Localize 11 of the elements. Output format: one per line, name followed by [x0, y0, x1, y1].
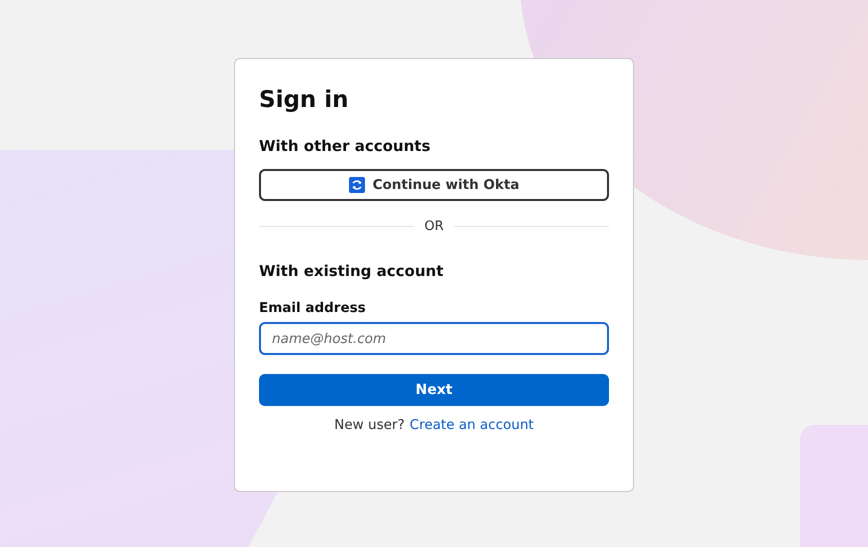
section-heading: With other accounts [259, 137, 430, 155]
email-label: Email address [259, 300, 366, 316]
page-title: Sign in [259, 87, 349, 113]
or-separator: OR [424, 219, 444, 234]
section-heading: With existing account [259, 262, 444, 280]
continue-with-okta-button[interactable]: Continue with Okta [259, 169, 609, 201]
next-button[interactable]: Next [259, 374, 609, 406]
linked-arrows-icon [348, 177, 365, 193]
new-user-prompt: New user? [334, 417, 405, 433]
email-field[interactable]: name@host.com [259, 322, 609, 355]
create-account-link[interactable]: Create an account [410, 417, 534, 433]
